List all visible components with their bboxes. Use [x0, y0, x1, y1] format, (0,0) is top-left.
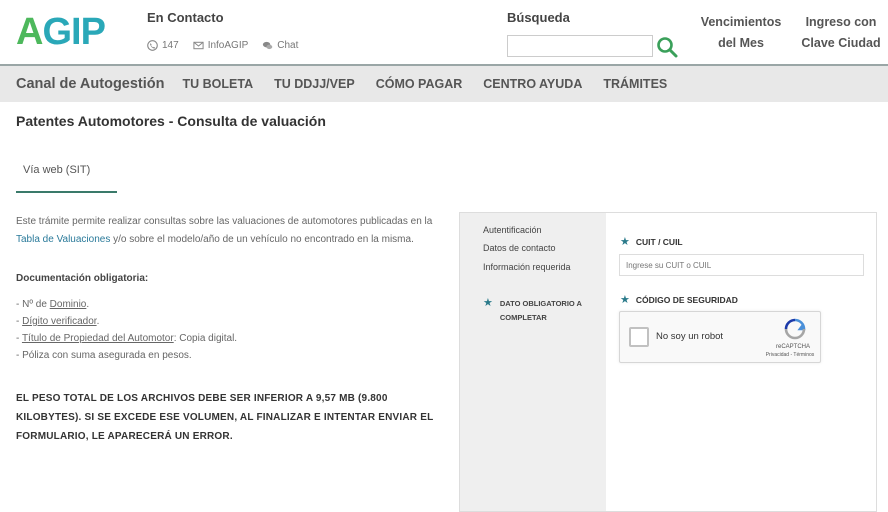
tabla-valuaciones-link[interactable]: Tabla de Valuaciones [16, 234, 110, 245]
list-item: - Título de Propiedad del Automotor: Cop… [16, 333, 238, 344]
intro-text: Este trámite permite realizar consultas … [16, 216, 433, 245]
nav-item-tramites[interactable]: TRÁMITES [603, 77, 667, 91]
star-icon: ★ [620, 294, 630, 306]
envelope-icon [193, 41, 204, 50]
step-informacion-requerida[interactable]: Información requerida [483, 262, 571, 272]
cuit-label: ★ CUIT / CUIL [620, 236, 683, 248]
recaptcha-label: No soy un robot [656, 331, 724, 342]
ingreso-clave-ciudad-link[interactable]: Ingreso con Clave Ciudad [798, 12, 884, 54]
page-title: Patentes Automotores - Consulta de valua… [16, 113, 326, 129]
search-icon[interactable] [655, 35, 679, 59]
email-label: InfoAGIP [207, 40, 249, 51]
form-panel: Autentificación Datos de contacto Inform… [459, 212, 877, 512]
file-size-warning: EL PESO TOTAL DE LOS ARCHIVOS DEBE SER I… [16, 393, 434, 442]
phone-icon [147, 40, 158, 51]
nav-item-centro-ayuda[interactable]: CENTRO AYUDA [483, 77, 582, 91]
phone-link[interactable]: 147 [147, 40, 179, 51]
doc-list: - Nº de Dominio. - Dígito verificador. -… [16, 296, 237, 364]
nav-item-tu-boleta[interactable]: TU BOLETA [183, 77, 254, 91]
contact-title: En Contacto [147, 10, 224, 25]
tab-via-web[interactable]: Vía web (SIT) [16, 157, 117, 193]
step-datos-contacto[interactable]: Datos de contacto [483, 243, 556, 253]
list-item: - Nº de Dominio. [16, 299, 90, 310]
list-item: - Póliza con suma asegurada en pesos. [16, 350, 192, 361]
main-nav: Canal de Autogestión TU BOLETA TU DDJJ/V… [0, 64, 888, 102]
security-code-label: ★ CÓDIGO DE SEGURIDAD [620, 294, 738, 306]
recaptcha-icon [784, 318, 806, 340]
contact-block: En Contacto 147 InfoAGIP Chat [147, 10, 298, 51]
star-icon: ★ [483, 297, 493, 309]
nav-item-como-pagar[interactable]: CÓMO PAGAR [376, 77, 463, 91]
list-item: - Dígito verificador. [16, 316, 100, 327]
recaptcha-terms[interactable]: Privacidad - Términos [760, 352, 820, 358]
email-link[interactable]: InfoAGIP [193, 40, 249, 51]
chat-icon [263, 41, 273, 50]
vencimientos-link[interactable]: Vencimientos del Mes [696, 12, 786, 54]
recaptcha-brand: reCAPTCHA [775, 344, 810, 350]
required-note: ★ DATO OBLIGATORIO A COMPLETAR [483, 297, 582, 325]
recaptcha-checkbox[interactable] [629, 327, 649, 347]
titulo-propiedad-link[interactable]: Título de Propiedad del Automotor [22, 333, 174, 344]
dominio-link[interactable]: Dominio [50, 299, 87, 310]
phone-number: 147 [162, 40, 179, 51]
step-autentificacion[interactable]: Autentificación [483, 225, 542, 235]
steps-sidebar: Autentificación Datos de contacto Inform… [460, 213, 606, 511]
recaptcha-widget: No soy un robot reCAPTCHA Privacidad - T… [619, 311, 821, 363]
digito-verificador-link[interactable]: Dígito verificador [22, 316, 96, 327]
site-header: A GIP En Contacto 147 InfoAGIP Chat Búsqu… [0, 0, 888, 64]
search-input[interactable] [507, 35, 653, 57]
agip-logo[interactable]: A GIP [16, 13, 106, 51]
nav-item-tu-ddjj-vep[interactable]: TU DDJJ/VEP [274, 77, 355, 91]
cuit-input[interactable] [619, 254, 864, 276]
doc-title: Documentación obligatoria: [16, 273, 149, 284]
chat-link[interactable]: Chat [262, 40, 298, 51]
chat-label: Chat [277, 40, 299, 51]
star-icon: ★ [620, 236, 630, 248]
nav-brand[interactable]: Canal de Autogestión [16, 76, 165, 92]
search-label: Búsqueda [507, 10, 570, 25]
